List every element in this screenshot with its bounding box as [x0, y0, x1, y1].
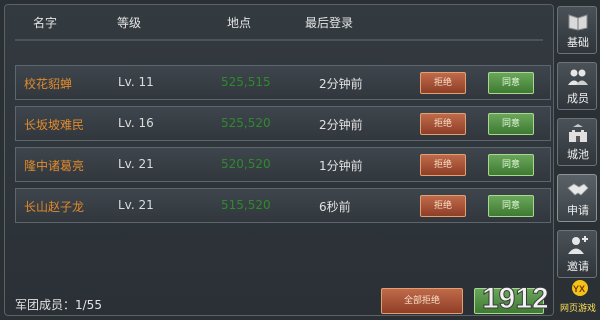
header-level: 等级	[117, 16, 142, 30]
tab-invite-label: 邀请	[567, 260, 589, 273]
applicant-location: 515,520	[221, 198, 271, 212]
applicant-last-login: 1分钟前	[319, 159, 363, 173]
add-user-icon	[568, 236, 588, 254]
member-count: 军团成员：1/55	[15, 298, 102, 312]
sidebar-tabs: 基础 成员 城池 申请 邀请	[557, 4, 597, 316]
applications-panel: 名字 等级 地点 最后登录 校花貂蝉 Lv. 11 525,515 2分钟前 拒…	[4, 4, 554, 316]
header-divider	[15, 39, 543, 41]
tab-basic[interactable]: 基础	[557, 6, 597, 54]
table-row: 长坂坡难民 Lv. 16 525,520 2分钟前 拒绝 同意	[15, 106, 551, 141]
reject-all-button[interactable]: 全部拒绝	[381, 288, 463, 314]
applicant-location: 525,515	[221, 75, 271, 89]
applicant-name: 长坂坡难民	[24, 118, 85, 132]
svg-text:YX: YX	[573, 284, 585, 294]
header-location: 地点	[227, 16, 252, 30]
applicant-last-login: 2分钟前	[319, 118, 363, 132]
reject-button[interactable]: 拒绝	[420, 154, 466, 176]
tab-cities[interactable]: 城池	[557, 118, 597, 166]
applicant-name: 隆中诸葛亮	[24, 159, 85, 173]
site-watermark-logo: 1912 YX 网页游戏	[482, 280, 596, 316]
tab-members[interactable]: 成员	[557, 62, 597, 110]
table-header: 名字 等级 地点 最后登录	[5, 5, 553, 37]
tab-members-label: 成员	[567, 92, 589, 105]
applicant-location: 520,520	[221, 157, 271, 171]
accept-button[interactable]: 同意	[488, 113, 534, 135]
reject-button[interactable]: 拒绝	[420, 195, 466, 217]
applicant-last-login: 2分钟前	[319, 77, 363, 91]
handshake-icon	[567, 183, 589, 196]
tab-invite[interactable]: 邀请	[557, 230, 597, 278]
accept-button[interactable]: 同意	[488, 195, 534, 217]
reject-button[interactable]: 拒绝	[420, 113, 466, 135]
header-last-login: 最后登录	[305, 16, 354, 30]
castle-icon	[569, 124, 587, 142]
tab-basic-label: 基础	[567, 36, 589, 49]
book-icon	[568, 14, 588, 31]
accept-button[interactable]: 同意	[488, 72, 534, 94]
applicant-name: 长山赵子龙	[24, 200, 85, 214]
applicant-level: Lv. 16	[118, 116, 154, 130]
reject-button[interactable]: 拒绝	[420, 72, 466, 94]
applicant-name: 校花貂蝉	[24, 77, 73, 91]
tab-applications[interactable]: 申请	[557, 174, 597, 222]
applicant-last-login: 6秒前	[319, 200, 351, 214]
svg-text:网页游戏: 网页游戏	[560, 302, 596, 314]
svg-text:1912: 1912	[482, 282, 549, 315]
applicant-level: Lv. 21	[118, 157, 154, 171]
accept-button[interactable]: 同意	[488, 154, 534, 176]
table-row: 长山赵子龙 Lv. 21 515,520 6秒前 拒绝 同意	[15, 188, 551, 223]
header-name: 名字	[33, 16, 58, 30]
table-row: 校花貂蝉 Lv. 11 525,515 2分钟前 拒绝 同意	[15, 65, 551, 100]
applicant-level: Lv. 21	[118, 198, 154, 212]
members-icon	[568, 69, 588, 85]
tab-cities-label: 城池	[567, 148, 589, 161]
table-row: 隆中诸葛亮 Lv. 21 520,520 1分钟前 拒绝 同意	[15, 147, 551, 182]
applicant-location: 525,520	[221, 116, 271, 130]
tab-applications-label: 申请	[567, 204, 589, 217]
applicant-level: Lv. 11	[118, 75, 154, 89]
